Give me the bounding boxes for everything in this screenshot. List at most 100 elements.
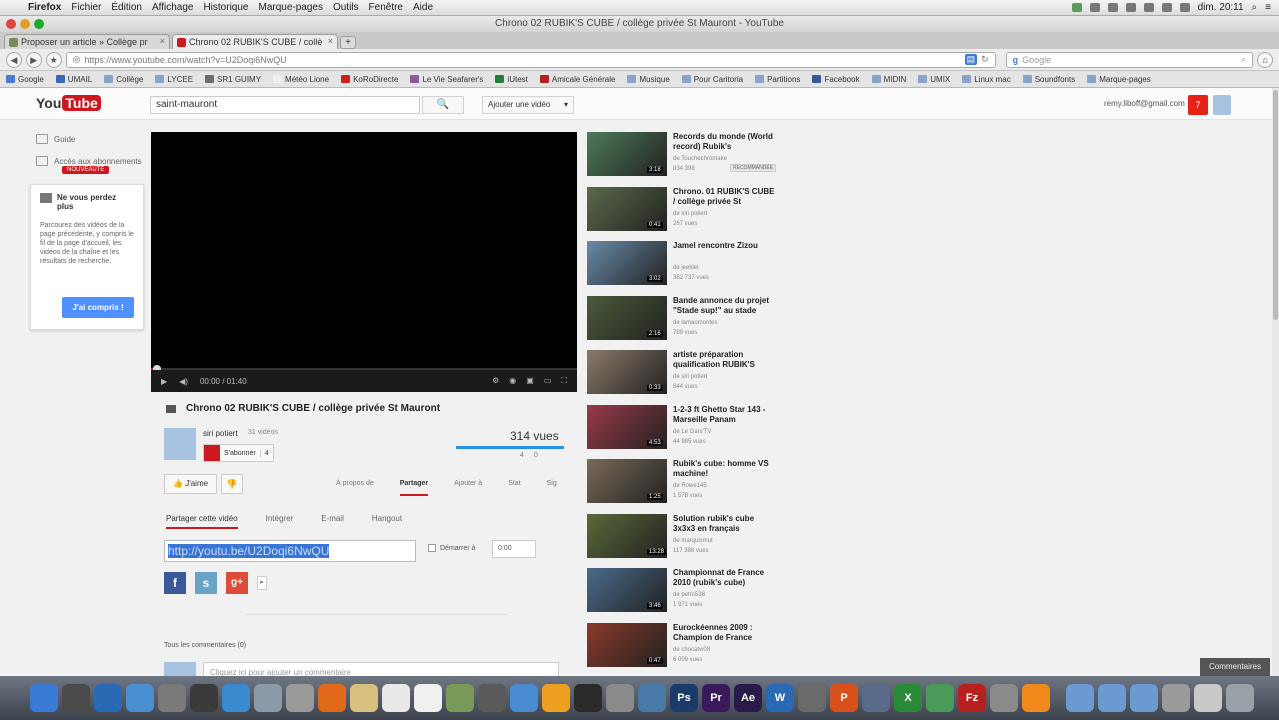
menu-historique[interactable]: Historique	[203, 2, 258, 13]
tab-proposer-article[interactable]: Proposer un article » Collège pr ×	[4, 34, 170, 49]
youtube-logo[interactable]: You Tube	[36, 95, 101, 111]
list-item[interactable]: 2:16 Bande annonce du projet "Stade sup!"…	[587, 295, 787, 342]
bluetooth-icon[interactable]	[1125, 3, 1136, 12]
menu-marque-pages[interactable]: Marque-pages	[258, 2, 332, 13]
bookmark-item[interactable]: Partitions	[755, 75, 800, 84]
video-title[interactable]: Records du monde (World record) Rubik's	[673, 132, 777, 152]
bookmark-item[interactable]: Météo Lione	[273, 75, 329, 84]
address-bar[interactable]: ◎ https://www.youtube.com/watch?v=U2Doqi…	[65, 51, 996, 68]
video-thumbnail[interactable]: 0:33	[587, 350, 667, 394]
video-thumbnail[interactable]: 2:16	[587, 295, 667, 340]
bookmark-item[interactable]: iUtest	[495, 75, 528, 84]
menu-fenetre[interactable]: Fenêtre	[369, 2, 413, 13]
menu-fichier[interactable]: Fichier	[71, 2, 111, 13]
close-tab-icon[interactable]: ×	[328, 36, 333, 46]
tray-app-icon[interactable]	[1089, 3, 1100, 12]
bookmark-item[interactable]: Google	[6, 75, 44, 84]
notifications-button[interactable]: 7	[1188, 95, 1208, 115]
after-effects-icon[interactable]: Ae	[734, 684, 762, 712]
video-title[interactable]: 1-2-3 ft Ghetto Star 143 - Marseille Pan…	[673, 405, 777, 425]
bookmark-item[interactable]: Pour Caritoria	[681, 75, 743, 84]
documents-folder-icon[interactable]	[1098, 684, 1126, 712]
volume-icon[interactable]: ◀)	[179, 377, 188, 386]
scrollbar-thumb[interactable]	[1273, 90, 1278, 320]
bookmark-item[interactable]: Musique	[627, 75, 670, 84]
downloads-folder-icon[interactable]	[1130, 684, 1158, 712]
video-thumbnail[interactable]: 0:41	[587, 186, 667, 231]
back-button[interactable]: ◀	[6, 51, 22, 68]
filezilla-icon[interactable]: Fz	[958, 684, 986, 712]
tab-youtube-video[interactable]: Chrono 02 RUBIK'S CUBE / collè ×	[172, 34, 338, 49]
close-tab-icon[interactable]: ×	[160, 36, 165, 46]
search-icon[interactable]: 🔍	[422, 96, 464, 114]
magnifier-icon[interactable]: ⌕	[1241, 54, 1246, 65]
settings-icon[interactable]: ⚙	[492, 376, 499, 386]
bookmark-item[interactable]: UMIX	[918, 75, 950, 84]
close-window-button[interactable]	[6, 19, 16, 29]
word-icon[interactable]: W	[766, 684, 794, 712]
reload-icon[interactable]: ↻	[981, 54, 989, 65]
bookmark-item[interactable]: Le Vie Seafarer's	[410, 75, 483, 84]
share-url-input[interactable]: http://youtu.be/U2Doqi6NwQU	[164, 540, 416, 562]
new-tab-button[interactable]: +	[340, 36, 356, 49]
skyrock-icon[interactable]: s	[195, 572, 217, 594]
video-title[interactable]: Jamel rencontre Zizou	[673, 241, 777, 251]
finder-icon[interactable]	[30, 684, 58, 712]
list-icon[interactable]: ≡	[1265, 2, 1271, 13]
list-item[interactable]: 4:53 1-2-3 ft Ghetto Star 143 - Marseille…	[587, 404, 787, 451]
keynote-icon[interactable]	[862, 684, 890, 712]
comment-input[interactable]: Cliquez ici pour ajouter un commentaire	[203, 662, 559, 676]
xcode-icon[interactable]	[606, 684, 634, 712]
excel-icon[interactable]: X	[894, 684, 922, 712]
notes-icon[interactable]	[350, 684, 378, 712]
fullscreen-icon[interactable]: ⛶	[561, 376, 567, 386]
minimize-window-button[interactable]	[20, 19, 30, 29]
video-thumbnail[interactable]: 13:28	[587, 513, 667, 558]
bookmark-item[interactable]: Soundfonts	[1022, 75, 1075, 84]
video-player[interactable]: ▶ ◀) 00:00 / 01:40 ⚙ ◉ ▣ ▭ ⛶	[151, 132, 577, 392]
list-item[interactable]: 0:41 Chrono. 01 RUBIK'S CUBE / collège pr…	[587, 186, 787, 233]
screen-icon[interactable]	[1194, 684, 1222, 712]
youtube-search-input[interactable]: saint-mauront	[150, 96, 420, 114]
video-title[interactable]: artiste préparation qualification RUBIK'…	[673, 350, 777, 370]
search-icon[interactable]: ⌕	[1252, 2, 1258, 13]
premiere-icon[interactable]: Pr	[702, 684, 730, 712]
battery-icon[interactable]	[1179, 3, 1190, 12]
safari-icon[interactable]	[126, 684, 154, 712]
preview-icon[interactable]	[254, 684, 282, 712]
calendar-icon[interactable]	[382, 684, 410, 712]
bookmark-item[interactable]: Collège	[104, 75, 143, 84]
tools-icon[interactable]	[798, 684, 826, 712]
video-thumbnail[interactable]: 0:47	[587, 622, 667, 667]
like-button[interactable]: 👍 J'aime	[164, 474, 218, 494]
appstore-icon[interactable]	[222, 684, 250, 712]
subscribe-button[interactable]: S'abonner 4	[203, 444, 274, 462]
menu-firefox[interactable]: Firefox	[28, 2, 71, 13]
archive-icon[interactable]	[990, 684, 1018, 712]
video-thumbnail[interactable]: 3:46	[587, 568, 667, 612]
numbers-icon[interactable]	[926, 684, 954, 712]
list-item[interactable]: 1:25 Rubik's cube: homme VS machine! de Ro…	[587, 459, 787, 505]
tab-share-video[interactable]: Partager cette vidéo	[166, 514, 238, 529]
start-time-input[interactable]: 0:00	[492, 540, 536, 558]
spotlight-icon[interactable]	[94, 684, 122, 712]
drive-icon[interactable]	[1162, 684, 1190, 712]
photoshop-icon[interactable]: Ps	[670, 684, 698, 712]
scrollbar[interactable]	[1272, 88, 1279, 676]
tab-email[interactable]: E-mail	[321, 514, 344, 529]
tab-hangout[interactable]: Hangout	[372, 514, 402, 529]
photos-icon[interactable]	[446, 684, 474, 712]
menu-aide[interactable]: Aide	[413, 2, 443, 13]
list-item[interactable]: 3:02 Jamel rencontre Zizou de jeeklet 382 7…	[587, 241, 787, 287]
list-item[interactable]: 3:46 Championnat de France 2010 (rubik's …	[587, 568, 787, 614]
video-title[interactable]: Championnat de France 2010 (rubik's cube…	[673, 568, 777, 588]
powerpoint-icon[interactable]: P	[830, 684, 858, 712]
bookmark-item[interactable]: UMAIL	[55, 75, 92, 84]
tab-stats[interactable]: Stat	[508, 480, 520, 496]
menu-outils[interactable]: Outils	[333, 2, 369, 13]
zoom-window-button[interactable]	[34, 19, 44, 29]
upload-video-button[interactable]: Ajouter une vidéo ▾	[482, 96, 574, 114]
play-icon[interactable]: ▶	[161, 377, 167, 386]
iphoto-icon[interactable]	[638, 684, 666, 712]
facebook-icon[interactable]: f	[164, 572, 186, 594]
